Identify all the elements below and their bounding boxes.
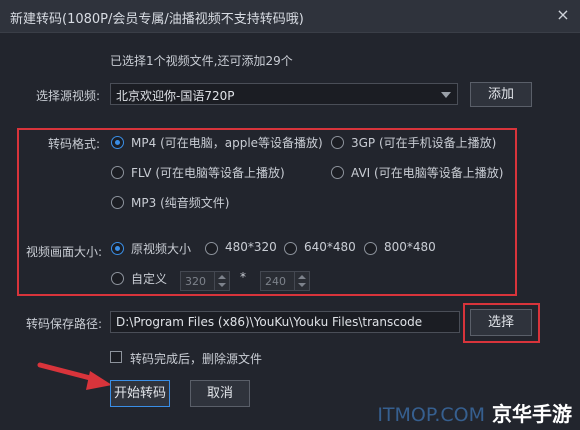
itmop-watermark-text: ITMOP.COM: [377, 404, 486, 426]
start-transcode-button[interactable]: 开始转码: [110, 380, 170, 407]
red-arrow-icon: [37, 362, 112, 390]
cancel-button[interactable]: 取消: [190, 380, 250, 407]
site-watermark: ITMOP.COM 京华手游: [377, 398, 572, 427]
brand-watermark-text: 京华手游: [492, 402, 572, 426]
